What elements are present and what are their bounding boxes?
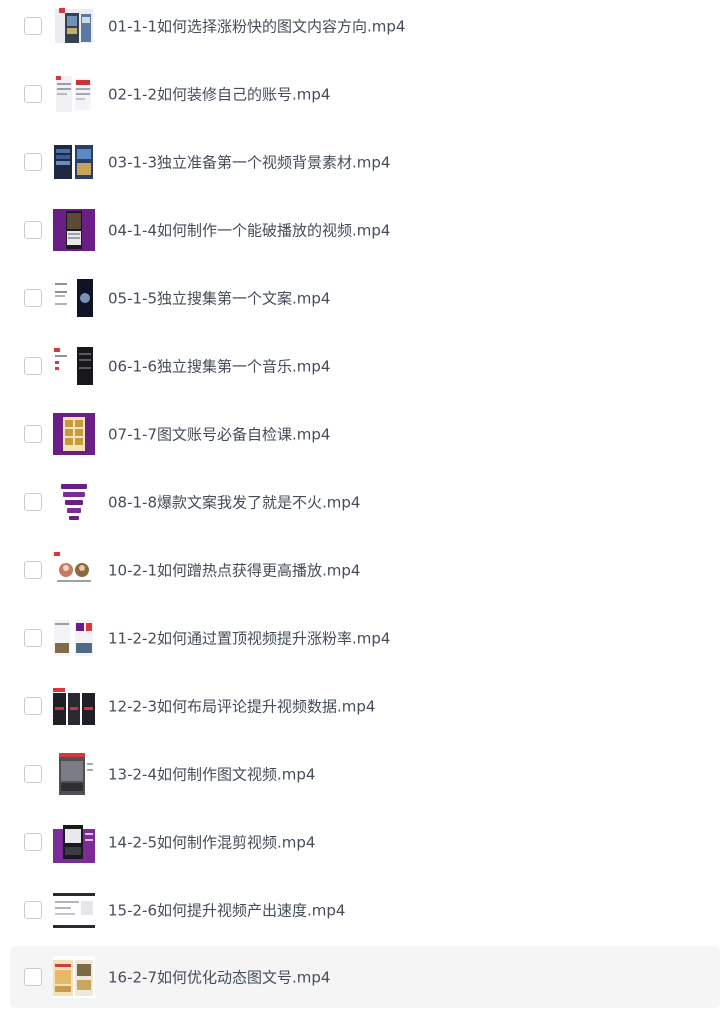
file-name[interactable]: 13-2-4如何制作图文视频.mp4 xyxy=(108,764,315,785)
file-row[interactable]: 11-2-2如何通过置顶视频提升涨粉率.mp4 xyxy=(10,608,720,668)
file-name[interactable]: 12-2-3如何布局评论提升视频数据.mp4 xyxy=(108,696,375,717)
file-row[interactable]: 15-2-6如何提升视频产出速度.mp4 xyxy=(10,880,720,940)
file-name[interactable]: 05-1-5独立搜集第一个文案.mp4 xyxy=(108,288,330,309)
file-list: 01-1-1如何选择涨粉快的图文内容方向.mp4 02-1-2如何装修自己的账号… xyxy=(0,0,720,1024)
file-row[interactable]: 10-2-1如何蹭热点获得更高播放.mp4 xyxy=(10,540,720,600)
video-thumbnail-icon xyxy=(53,685,95,727)
video-thumbnail-icon xyxy=(53,617,95,659)
file-row[interactable]: 14-2-5如何制作混剪视频.mp4 xyxy=(10,812,720,872)
row-checkbox[interactable] xyxy=(24,833,42,851)
file-row[interactable]: 02-1-2如何装修自己的账号.mp4 xyxy=(10,64,720,124)
file-name[interactable]: 11-2-2如何通过置顶视频提升涨粉率.mp4 xyxy=(108,628,390,649)
row-checkbox[interactable] xyxy=(24,765,42,783)
row-checkbox[interactable] xyxy=(24,17,42,35)
video-thumbnail-icon xyxy=(53,209,95,251)
file-row[interactable]: 04-1-4如何制作一个能破播放的视频.mp4 xyxy=(10,200,720,260)
file-name[interactable]: 01-1-1如何选择涨粉快的图文内容方向.mp4 xyxy=(108,16,405,37)
video-thumbnail-icon xyxy=(53,821,95,863)
file-row[interactable]: 05-1-5独立搜集第一个文案.mp4 xyxy=(10,268,720,328)
row-checkbox[interactable] xyxy=(24,221,42,239)
video-thumbnail-icon xyxy=(53,277,95,319)
video-thumbnail-icon xyxy=(53,753,95,795)
file-row[interactable]: 13-2-4如何制作图文视频.mp4 xyxy=(10,744,720,804)
file-name[interactable]: 15-2-6如何提升视频产出速度.mp4 xyxy=(108,900,345,921)
file-row-selected[interactable]: 16-2-7如何优化动态图文号.mp4 xyxy=(10,946,720,1008)
video-thumbnail-icon xyxy=(53,345,95,387)
file-name[interactable]: 06-1-6独立搜集第一个音乐.mp4 xyxy=(108,356,330,377)
file-name[interactable]: 10-2-1如何蹭热点获得更高播放.mp4 xyxy=(108,560,360,581)
file-name[interactable]: 16-2-7如何优化动态图文号.mp4 xyxy=(108,967,330,988)
row-checkbox[interactable] xyxy=(24,357,42,375)
video-thumbnail-icon xyxy=(53,413,95,455)
row-checkbox[interactable] xyxy=(24,425,42,443)
row-checkbox[interactable] xyxy=(24,697,42,715)
video-thumbnail-icon xyxy=(53,889,95,931)
video-thumbnail-icon xyxy=(53,549,95,591)
video-thumbnail-icon xyxy=(53,73,95,115)
video-thumbnail-icon xyxy=(53,956,95,998)
row-checkbox[interactable] xyxy=(24,561,42,579)
file-row[interactable]: 07-1-7图文账号必备自检课.mp4 xyxy=(10,404,720,464)
video-thumbnail-icon xyxy=(53,141,95,183)
file-name[interactable]: 14-2-5如何制作混剪视频.mp4 xyxy=(108,832,315,853)
video-thumbnail-icon xyxy=(53,5,95,47)
row-checkbox[interactable] xyxy=(24,85,42,103)
video-thumbnail-icon xyxy=(53,481,95,523)
file-row[interactable]: 03-1-3独立准备第一个视频背景素材.mp4 xyxy=(10,132,720,192)
row-checkbox[interactable] xyxy=(24,901,42,919)
file-row[interactable]: 01-1-1如何选择涨粉快的图文内容方向.mp4 xyxy=(10,0,720,56)
row-checkbox[interactable] xyxy=(24,968,42,986)
file-name[interactable]: 03-1-3独立准备第一个视频背景素材.mp4 xyxy=(108,152,390,173)
row-checkbox[interactable] xyxy=(24,289,42,307)
file-name[interactable]: 02-1-2如何装修自己的账号.mp4 xyxy=(108,84,330,105)
row-checkbox[interactable] xyxy=(24,493,42,511)
file-name[interactable]: 08-1-8爆款文案我发了就是不火.mp4 xyxy=(108,492,360,513)
file-name[interactable]: 07-1-7图文账号必备自检课.mp4 xyxy=(108,424,330,445)
file-row[interactable]: 06-1-6独立搜集第一个音乐.mp4 xyxy=(10,336,720,396)
row-checkbox[interactable] xyxy=(24,629,42,647)
row-checkbox[interactable] xyxy=(24,153,42,171)
file-row[interactable]: 08-1-8爆款文案我发了就是不火.mp4 xyxy=(10,472,720,532)
file-row[interactable]: 12-2-3如何布局评论提升视频数据.mp4 xyxy=(10,676,720,736)
file-name[interactable]: 04-1-4如何制作一个能破播放的视频.mp4 xyxy=(108,220,390,241)
